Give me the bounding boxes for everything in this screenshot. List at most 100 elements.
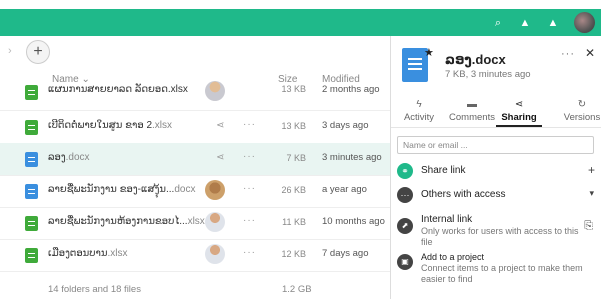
app-header: ⌕ ▲ ▲ (0, 9, 601, 36)
file-row[interactable]: ເມືອງຕອນບານ.xlsx ··· 12 KB 7 days ago (0, 239, 390, 272)
file-modified: 3 days ago (322, 120, 369, 131)
breadcrumb-chevron-icon: › (8, 45, 12, 57)
copy-internal-link-icon[interactable]: ⎘ (584, 220, 593, 233)
new-button[interactable]: + (26, 40, 50, 64)
file-name[interactable]: ແຜນການສາຍຍາລດ ລັດຍອດ.xlsx (48, 84, 188, 95)
owner-avatar[interactable] (205, 244, 225, 264)
more-actions-icon[interactable]: ··· (243, 183, 256, 194)
add-share-link-button[interactable]: + (588, 163, 595, 177)
tab-activity[interactable]: ϟ Activity (395, 98, 443, 123)
file-size: 26 KB (281, 185, 306, 195)
more-people-icon: ··· (397, 187, 413, 203)
versions-icon: ↻ (577, 99, 587, 110)
spreadsheet-icon (25, 85, 38, 100)
file-modified: 2 months ago (322, 84, 380, 95)
more-actions-icon[interactable]: ··· (243, 247, 256, 258)
share-icon[interactable]: ⋖ (216, 152, 224, 163)
share-icon: ⋖ (514, 99, 524, 110)
tab-label: Sharing (501, 112, 537, 123)
others-with-access-label: Others with access (421, 189, 506, 200)
more-actions-icon[interactable]: ··· (243, 215, 256, 226)
file-name[interactable]: ລາຍຊື່ພະນັກງານຫ້ອງການຂອບໄ...xlsx (48, 216, 205, 227)
tab-divider (391, 127, 601, 128)
user-avatar[interactable] (574, 12, 595, 33)
internal-link-description: Only works for users with access to this… (421, 226, 579, 247)
sidebar-more-icon[interactable]: ··· (561, 48, 575, 60)
file-size: 11 KB (282, 217, 306, 227)
summary-size: 1.2 GB (282, 284, 312, 295)
file-extension: .xlsx (152, 120, 173, 131)
activity-icon: ϟ (416, 99, 422, 110)
favorite-star-icon[interactable]: ★ (424, 46, 434, 59)
file-size: 13 KB (281, 121, 306, 131)
file-modified: a year ago (322, 184, 367, 195)
file-modified: 3 minutes ago (322, 152, 382, 163)
share-icon[interactable]: ⋖ (216, 120, 224, 131)
file-name[interactable]: ເມືອງຕອນບານ.xlsx (48, 248, 127, 259)
list-summary: 14 folders and 18 files 1.2 GB (0, 281, 390, 299)
search-icon[interactable]: ⌕ (490, 15, 506, 31)
file-extension: docx (174, 184, 196, 195)
spreadsheet-icon (25, 248, 38, 263)
share-link-row[interactable]: ⚭ Share link + (397, 163, 597, 181)
summary-count: 14 folders and 18 files (48, 284, 141, 295)
document-icon (25, 184, 38, 199)
project-icon: ▣ (397, 254, 413, 270)
file-basename: ລອງ (48, 152, 66, 163)
tab-label: Comments (449, 112, 495, 123)
tab-label: Versions (563, 112, 601, 123)
comments-icon: ▬ (467, 99, 477, 110)
file-extension: .xlsx (107, 248, 128, 259)
file-modified: 10 months ago (322, 216, 385, 227)
tab-sharing[interactable]: ⋖ Sharing (495, 98, 543, 123)
file-size: 7 KB (286, 153, 306, 163)
internal-link-label: Internal link (421, 214, 473, 225)
tab-label: Activity (403, 112, 435, 123)
file-basename: ລາຍຊື່ພະນັກງານ ຂອງ-ແສງຸ້ນ... (48, 184, 175, 195)
sidebar-file-meta: 7 KB, 3 minutes ago (445, 69, 531, 80)
owner-avatar[interactable] (205, 180, 225, 200)
document-icon (25, 152, 38, 167)
add-to-project-label: Add to a project (421, 252, 485, 262)
file-row[interactable]: ລອງ.docx ⋖ ··· 7 KB 3 minutes ago (0, 143, 390, 176)
file-basename: ເບີຕິດຕໍ່ພາຍໃນສູນ ຂາອ 2 (48, 120, 153, 131)
notifications-icon[interactable]: ▲ (517, 15, 533, 31)
internal-link-icon: ⬈ (397, 218, 413, 234)
file-name[interactable]: ເບີຕິດຕໍ່ພາຍໃນສູນ ຂາອ 2.xlsx (48, 120, 172, 131)
owner-avatar[interactable] (205, 212, 225, 232)
link-icon: ⚭ (397, 163, 413, 179)
spreadsheet-icon (25, 120, 38, 135)
file-size: 13 KB (281, 84, 306, 94)
file-modified: 7 days ago (322, 248, 369, 259)
file-row[interactable]: ລາຍຊື່ພະນັກງານຫ້ອງການຂອບໄ...xlsx ··· 11 KB… (0, 207, 390, 240)
more-actions-icon[interactable]: ··· (243, 119, 256, 130)
add-to-project-description: Connect items to a project to make them … (421, 263, 583, 284)
share-link-label: Share link (421, 165, 466, 176)
close-icon[interactable]: ✕ (585, 46, 595, 60)
spreadsheet-icon (25, 216, 38, 231)
file-row[interactable]: ເບີຕິດຕໍ່ພາຍໃນສູນ ຂາອ 2.xlsx ⋖ ··· 13 KB 3 d… (0, 111, 390, 144)
sidebar-file-name: ລອງ.docx (445, 52, 506, 67)
file-name[interactable]: ລາຍຊື່ພະນັກງານ ຂອງ-ແສງຸ້ນ...docx (48, 184, 195, 195)
file-extension: .docx (65, 152, 90, 163)
more-actions-icon[interactable]: ··· (243, 151, 256, 162)
tab-versions[interactable]: ↻ Versions (558, 98, 601, 123)
file-row[interactable]: ແຜນການສາຍຍາລດ ລັດຍອດ.xlsx 13 KB 2 months a… (0, 81, 390, 111)
top-strip (0, 0, 601, 9)
others-with-access-row[interactable]: ··· Others with access ▾ (397, 187, 597, 205)
expand-others-button[interactable]: ▾ (589, 188, 594, 199)
share-search-input[interactable]: Name or email ... (397, 136, 594, 154)
file-row[interactable]: ລາຍຊື່ພະນັກງານ ຂອງ-ແສງຸ້ນ...docx ··· 26 KB… (0, 175, 390, 208)
internal-link-row: ⬈ Internal link Only works for users wit… (397, 214, 597, 248)
add-to-project-row[interactable]: ▣ Add to a project Connect items to a pr… (397, 252, 597, 286)
file-basename: ແຜນການສາຍຍາລດ ລັດຍອດ.xlsx (48, 84, 188, 95)
contacts-icon[interactable]: ▲ (545, 15, 561, 31)
file-basename: ເມືອງຕອນບານ (48, 248, 108, 259)
file-size: 12 KB (281, 249, 306, 259)
owner-avatar[interactable] (205, 81, 225, 101)
tab-comments[interactable]: ▬ Comments (448, 98, 496, 123)
file-name[interactable]: ລອງ.docx (48, 152, 90, 163)
details-sidebar: ★ ລອງ.docx 7 KB, 3 minutes ago ··· ✕ ϟ A… (390, 36, 601, 299)
file-list: › + Name ⌄ Size Modified ແຜນການສາຍຍາລດ ລ… (0, 36, 390, 299)
file-basename: ລາຍຊື່ພະນັກງານຫ້ອງການຂອບໄ... (48, 216, 188, 227)
